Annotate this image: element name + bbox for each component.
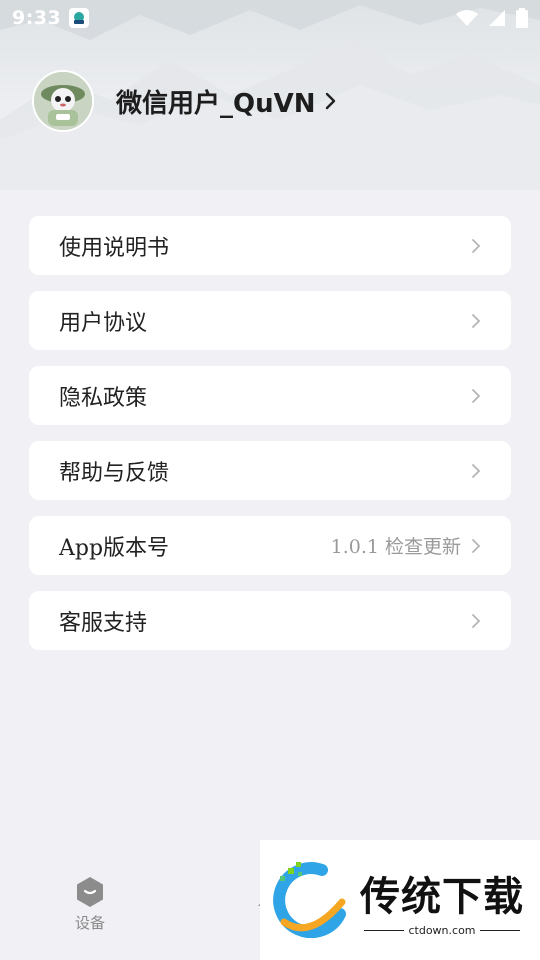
status-bar: 9:33 xyxy=(0,0,540,36)
watermark-logo-icon xyxy=(273,862,346,938)
notification-app-icon xyxy=(69,8,90,28)
chevron-right-icon xyxy=(472,313,481,328)
chevron-right-icon xyxy=(325,92,335,110)
chevron-right-icon xyxy=(472,613,481,628)
signal-icon xyxy=(489,10,505,26)
menu-item-label: 用户协议 xyxy=(59,310,148,336)
chevron-right-icon xyxy=(472,238,481,253)
avatar[interactable] xyxy=(32,70,94,132)
wifi-icon xyxy=(456,10,478,26)
tab-device[interactable]: 设备 xyxy=(50,876,130,933)
menu-item-label: 帮助与反馈 xyxy=(59,460,170,486)
menu-item-manual[interactable]: 使用说明书 xyxy=(29,216,511,275)
menu-item-label: App版本号 xyxy=(59,535,170,561)
profile-header[interactable]: 微信用户_QuVN xyxy=(32,70,336,132)
menu-item-privacy-policy[interactable]: 隐私政策 xyxy=(29,366,511,425)
watermark-title: 传统下载 xyxy=(360,873,524,920)
menu-item-label: 使用说明书 xyxy=(59,235,170,261)
menu-item-user-agreement[interactable]: 用户协议 xyxy=(29,291,511,350)
watermark-overlay: 传统下载 ctdown.com xyxy=(260,840,540,960)
tab-label: 设备 xyxy=(74,914,105,932)
username[interactable]: 微信用户_QuVN xyxy=(116,83,316,120)
device-icon xyxy=(77,877,103,907)
status-time: 9:33 xyxy=(12,7,62,29)
menu-item-app-version[interactable]: App版本号 1.0.1 检查更新 xyxy=(29,516,511,575)
watermark-subtitle: ctdown.com xyxy=(408,923,476,937)
menu-item-label: 隐私政策 xyxy=(59,385,148,411)
watermark-divider xyxy=(479,929,520,931)
version-check-update[interactable]: 1.0.1 检查更新 xyxy=(331,532,461,559)
battery-icon xyxy=(516,8,528,28)
chevron-right-icon xyxy=(472,463,481,478)
settings-menu: 使用说明书 用户协议 隐私政策 帮助与反馈 App版本号 1.0.1 检查更新 … xyxy=(29,216,511,666)
chevron-right-icon xyxy=(472,388,481,403)
watermark-divider xyxy=(364,929,405,931)
menu-item-help-feedback[interactable]: 帮助与反馈 xyxy=(29,441,511,500)
menu-item-customer-support[interactable]: 客服支持 xyxy=(29,591,511,650)
menu-item-label: 客服支持 xyxy=(59,610,148,636)
chevron-right-icon xyxy=(472,538,481,553)
